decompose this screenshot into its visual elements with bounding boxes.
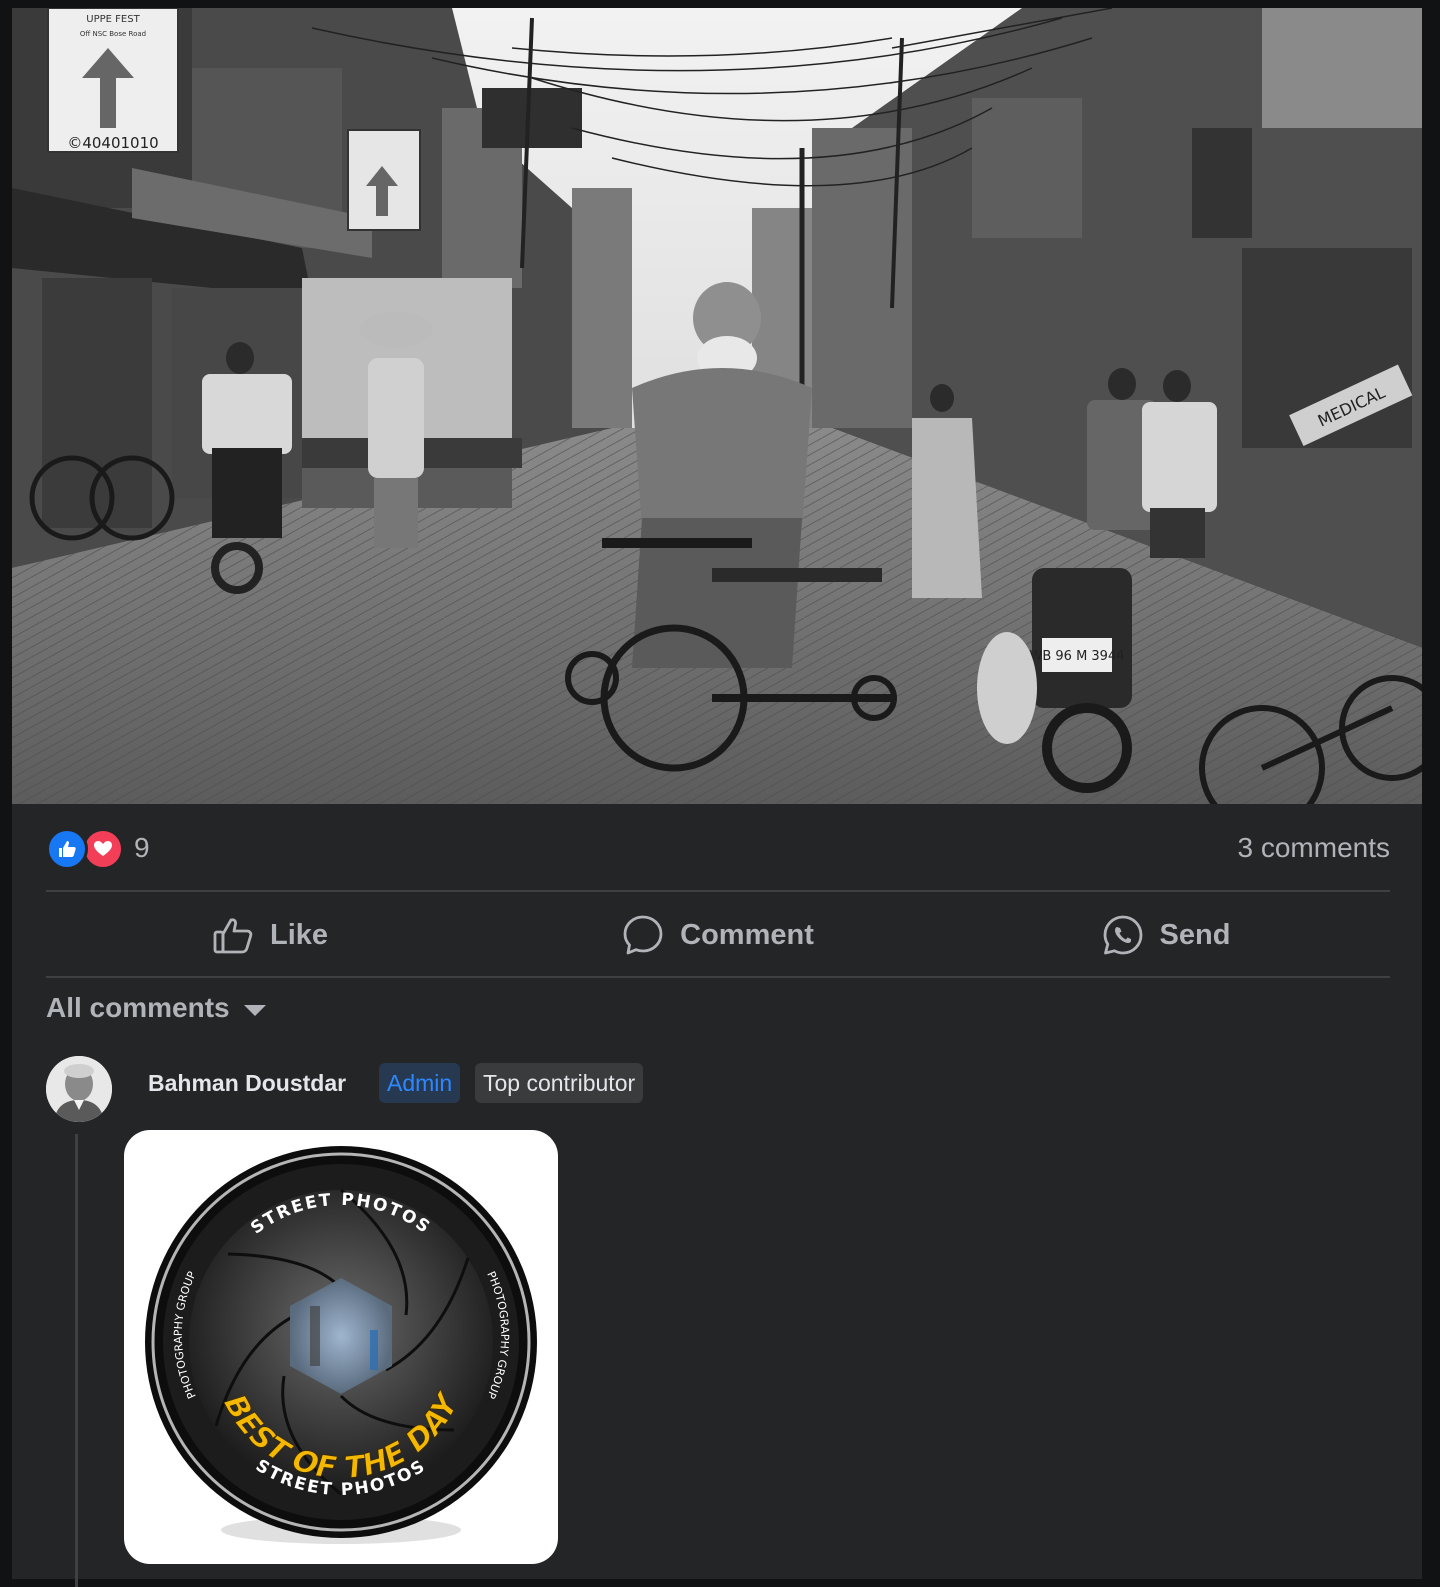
comment-author-name[interactable]: Bahman Doustdar (148, 1070, 346, 1097)
like-button[interactable]: Like (46, 894, 494, 976)
comment-thread-line (75, 1134, 78, 1587)
post-photo[interactable]: UPPE FEST Off NSC Bose Road ©40401010 ME… (12, 8, 1422, 804)
whatsapp-icon (1102, 914, 1144, 956)
love-icon (82, 828, 124, 870)
svg-text:WB 96 M 3944: WB 96 M 3944 (1029, 649, 1124, 664)
svg-text:UPPE FEST: UPPE FEST (86, 14, 140, 25)
comment-bubble-icon (622, 914, 664, 956)
commenter-avatar[interactable] (46, 1056, 112, 1122)
street-photo-illustration: UPPE FEST Off NSC Bose Road ©40401010 ME… (12, 8, 1422, 804)
reactions-summary: 9 3 comments (46, 822, 1390, 872)
svg-text:Off NSC Bose Road: Off NSC Bose Road (80, 30, 146, 38)
comments-filter-label: All comments (46, 992, 230, 1023)
comment-sticker[interactable]: STREET PHOTOS STREET PHOTOS PHOTOGRAPHY … (124, 1130, 558, 1564)
post-actions: Like Comment Send (46, 894, 1390, 976)
comments-count-link[interactable]: 3 comments (1238, 832, 1391, 864)
svg-text:©40401010: ©40401010 (67, 134, 158, 152)
comment-label: Comment (680, 918, 814, 951)
like-icon (46, 828, 88, 870)
divider-top (46, 890, 1390, 892)
send-button[interactable]: Send (942, 894, 1390, 976)
arrow-sign-large: UPPE FEST Off NSC Bose Road ©40401010 (47, 8, 179, 153)
comment-button[interactable]: Comment (494, 894, 942, 976)
caret-down-icon (243, 1004, 266, 1016)
avatar-image (46, 1056, 112, 1122)
admin-badge[interactable]: Admin (379, 1063, 461, 1103)
arrow-sign-small (347, 129, 421, 231)
best-of-the-day-badge: STREET PHOTOS STREET PHOTOS PHOTOGRAPHY … (145, 1146, 537, 1544)
post-card: UPPE FEST Off NSC Bose Road ©40401010 ME… (12, 8, 1422, 1587)
top-contributor-badge[interactable]: Top contributor (475, 1063, 644, 1103)
like-label: Like (269, 918, 329, 951)
comments-filter-dropdown[interactable]: All comments (46, 988, 266, 1028)
reaction-count[interactable]: 9 (134, 832, 150, 864)
send-label: Send (1159, 918, 1231, 951)
divider-bottom (46, 976, 1390, 978)
thumbs-up-icon (212, 914, 254, 956)
